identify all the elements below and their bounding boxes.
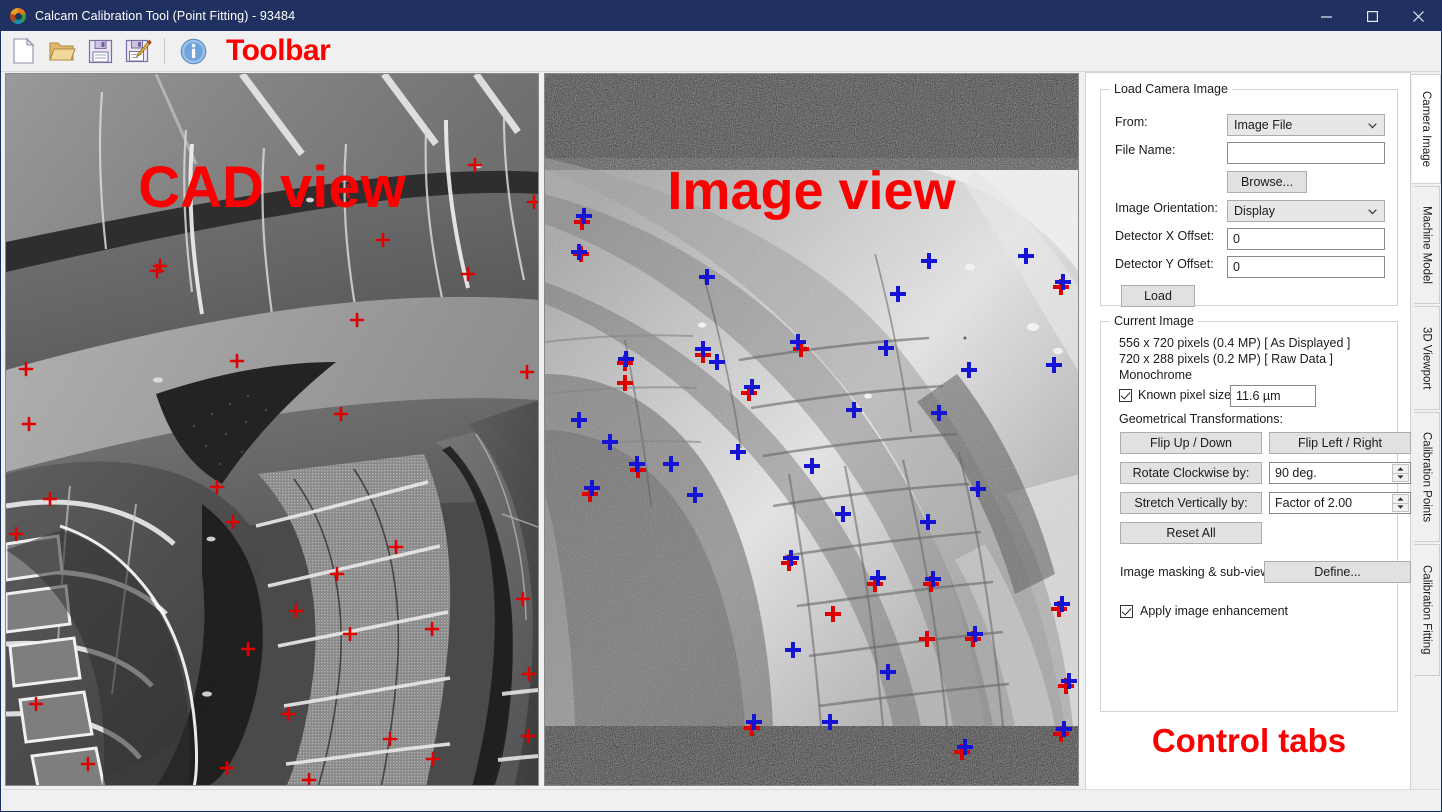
info-button[interactable] [176, 34, 210, 68]
from-label: From: [1115, 115, 1148, 129]
from-select[interactable]: Image File [1227, 114, 1385, 136]
info-circle-icon [180, 38, 206, 64]
maximize-button[interactable] [1349, 1, 1395, 31]
load-button[interactable]: Load [1121, 285, 1195, 307]
window-title: Calcam Calibration Tool (Point Fitting) … [35, 9, 296, 23]
application-window: Calcam Calibration Tool (Point Fitting) … [0, 0, 1442, 812]
cad-3d-render [6, 74, 538, 785]
image-size-displayed: 556 x 720 pixels (0.4 MP) [ As Displayed… [1119, 336, 1351, 350]
current-image-title: Current Image [1110, 314, 1198, 328]
spinner-down-icon[interactable] [1392, 502, 1409, 512]
cad-view-panel[interactable]: CAD view [5, 73, 539, 786]
spinner-buttons[interactable] [1392, 464, 1409, 482]
open-folder-icon [48, 42, 76, 61]
spinner-up-icon[interactable] [1392, 494, 1409, 503]
stretch-amount-value: Factor of 2.00 [1275, 496, 1353, 510]
stretch-vertically-button[interactable]: Stretch Vertically by: [1120, 492, 1262, 514]
known-pixel-size-checkbox[interactable] [1119, 388, 1132, 402]
toolbar-separator [164, 38, 165, 64]
load-camera-image-title: Load Camera Image [1110, 82, 1232, 96]
tab-machine-model[interactable]: Machine Model [1414, 186, 1440, 304]
geometrical-transformations-label: Geometrical Transformations: [1119, 412, 1283, 426]
image-masking-label: Image masking & sub-views: [1120, 565, 1280, 579]
known-pixel-size-label: Known pixel size: [1138, 388, 1235, 402]
toolbar: Toolbar [1, 31, 1441, 72]
stretch-amount-spinner[interactable]: Factor of 2.00 [1269, 492, 1411, 514]
vertical-tab-strip: Camera Image Machine Model 3D Viewport C… [1412, 72, 1441, 790]
title-bar: Calcam Calibration Tool (Point Fitting) … [1, 1, 1441, 31]
control-tabs-annotation: Control tabs [1151, 722, 1347, 759]
save-as-button[interactable] [121, 34, 155, 68]
image-view-panel[interactable]: Image view [544, 73, 1079, 786]
window-controls [1303, 1, 1441, 31]
floppy-disk-icon [88, 39, 112, 63]
load-camera-image-group: Load Camera Image From: Image File File … [1100, 82, 1398, 307]
define-masking-button[interactable]: Define... [1264, 561, 1411, 583]
detector-x-offset-label: Detector X Offset: [1115, 229, 1215, 243]
tab-3d-viewport[interactable]: 3D Viewport [1414, 306, 1440, 410]
main-content: CAD view Image view Load Camera Image Fr… [1, 72, 1441, 790]
camera-image-render [545, 74, 1078, 785]
spinner-up-icon[interactable] [1392, 464, 1409, 473]
status-bar [1, 789, 1441, 811]
file-name-input[interactable] [1227, 142, 1385, 164]
spinner-buttons[interactable] [1392, 494, 1409, 512]
minimize-button[interactable] [1303, 1, 1349, 31]
tab-calibration-fitting[interactable]: Calibration Fitting [1414, 544, 1440, 676]
image-colour-mode: Monochrome [1119, 368, 1192, 382]
file-name-label: File Name: [1115, 143, 1176, 157]
flip-left-right-button[interactable]: Flip Left / Right [1269, 432, 1411, 454]
image-size-raw: 720 x 288 pixels (0.2 MP) [ Raw Data ] [1119, 352, 1333, 366]
new-document-icon [13, 37, 35, 64]
image-orientation-select[interactable]: Display [1227, 200, 1385, 222]
control-panel: Load Camera Image From: Image File File … [1085, 72, 1411, 790]
new-file-button[interactable] [7, 34, 41, 68]
calcam-logo-icon [10, 8, 26, 24]
rotate-amount-value: 90 deg. [1275, 466, 1317, 480]
rotate-amount-spinner[interactable]: 90 deg. [1269, 462, 1411, 484]
detector-y-offset-label: Detector Y Offset: [1115, 257, 1214, 271]
reset-all-button[interactable]: Reset All [1120, 522, 1262, 544]
tab-calibration-points[interactable]: Calibration Points [1414, 412, 1440, 542]
rotate-clockwise-button[interactable]: Rotate Clockwise by: [1120, 462, 1262, 484]
apply-image-enhancement-checkbox[interactable] [1120, 604, 1133, 618]
open-file-button[interactable] [45, 34, 79, 68]
spinner-down-icon[interactable] [1392, 472, 1409, 482]
image-orientation-value: Display [1234, 204, 1275, 218]
flip-up-down-button[interactable]: Flip Up / Down [1120, 432, 1262, 454]
chevron-down-icon [1368, 204, 1377, 218]
browse-button[interactable]: Browse... [1227, 171, 1307, 193]
detector-x-offset-input[interactable]: 0 [1227, 228, 1385, 250]
detector-y-offset-input[interactable]: 0 [1227, 256, 1385, 278]
image-orientation-label: Image Orientation: [1115, 201, 1218, 215]
chevron-down-icon [1368, 118, 1377, 132]
close-button[interactable] [1395, 1, 1441, 31]
tab-camera-image[interactable]: Camera Image [1412, 74, 1441, 184]
from-select-value: Image File [1234, 118, 1293, 132]
apply-image-enhancement-label: Apply image enhancement [1140, 604, 1289, 618]
toolbar-annotation: Toolbar [226, 34, 331, 67]
floppy-disk-pencil-icon [125, 39, 152, 63]
save-button[interactable] [83, 34, 117, 68]
current-image-group: Current Image 556 x 720 pixels (0.4 MP) … [1100, 314, 1411, 712]
known-pixel-size-input[interactable]: 11.6 µm [1230, 385, 1316, 407]
